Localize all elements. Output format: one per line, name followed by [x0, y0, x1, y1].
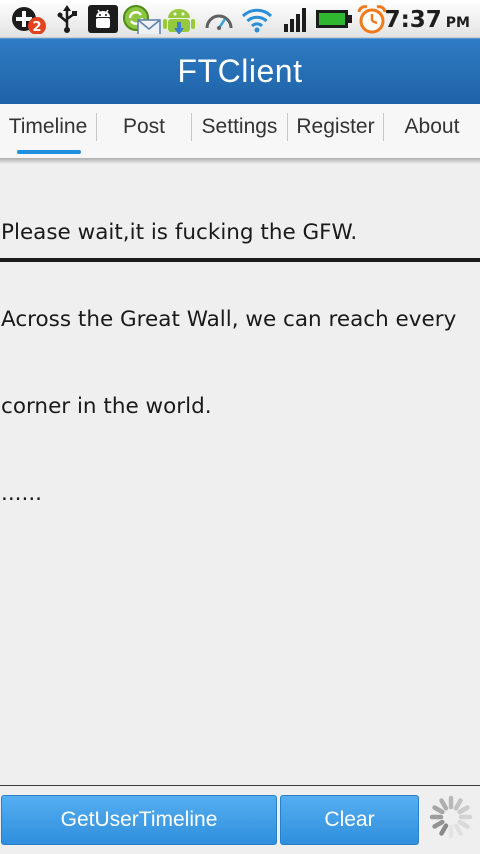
get-user-timeline-button[interactable]: GetUserTimeline	[1, 795, 277, 845]
timeline-text-line: Please wait,it is fucking the GFW.	[1, 220, 358, 245]
battery-icon	[316, 10, 352, 28]
clock-ampm: PM	[445, 15, 470, 31]
button-label: GetUserTimeline	[60, 808, 218, 831]
app-title: FTClient	[177, 53, 303, 89]
status-bar: 2 7:37 PM	[0, 0, 480, 38]
tab-post[interactable]: Post	[97, 104, 191, 154]
tab-settings[interactable]: Settings	[192, 104, 287, 154]
tab-timeline[interactable]: Timeline	[0, 104, 96, 154]
tab-label: Timeline	[8, 115, 88, 138]
timeline-text-line: ......	[1, 481, 43, 506]
tab-label: About	[404, 115, 460, 138]
timeline-content: Please wait,it is fucking the GFW. Acros…	[0, 160, 480, 537]
clock-time: 7:37	[384, 7, 442, 33]
tab-bar: Timeline Post Settings Register About	[0, 104, 480, 262]
signal-icon	[284, 8, 306, 32]
title-bar: FTClient	[0, 38, 480, 104]
usb-icon	[57, 5, 77, 33]
loading-spinner-icon	[429, 795, 473, 839]
active-tab-indicator	[17, 150, 81, 154]
email-sync-icon	[123, 5, 161, 34]
android-debug-icon	[88, 5, 118, 33]
clear-button[interactable]: Clear	[280, 795, 419, 845]
tab-label: Settings	[201, 115, 278, 138]
tab-about[interactable]: About	[384, 104, 480, 154]
tab-label: Register	[296, 115, 375, 138]
timeline-text-line: Across the Great Wall, we can reach ever…	[1, 307, 457, 332]
android-download-icon	[163, 9, 195, 34]
bottom-bar-divider	[0, 785, 480, 786]
speed-gauge-icon	[205, 14, 233, 30]
button-label: Clear	[324, 808, 375, 831]
wifi-icon	[241, 8, 273, 33]
plus-notification-icon: 2	[12, 7, 46, 34]
tab-register[interactable]: Register	[288, 104, 383, 154]
tab-label: Post	[122, 115, 166, 138]
notification-badge-count: 2	[32, 20, 41, 34]
clock: 7:37 PM	[385, 6, 470, 34]
alarm-clock-icon	[357, 5, 387, 34]
timeline-text-line: corner in the world.	[1, 394, 212, 419]
